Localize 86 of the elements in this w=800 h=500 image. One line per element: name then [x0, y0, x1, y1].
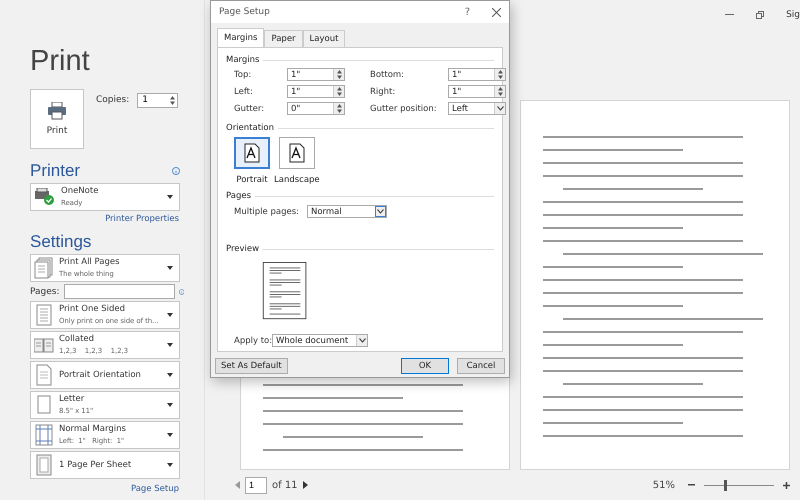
page-title: Print: [30, 45, 91, 77]
zoom-in-icon[interactable]: [783, 482, 790, 488]
select-field[interactable]: Left: [448, 102, 506, 115]
field-label: Multiple pages:: [234, 206, 300, 216]
printer-icon: [47, 102, 67, 120]
zoom-thumb[interactable]: [724, 480, 727, 490]
spin-field[interactable]: 1": [287, 85, 345, 98]
dialog-button[interactable]: OK: [401, 358, 449, 374]
field-label: Top:: [234, 70, 252, 80]
setting-title: Collated: [59, 334, 94, 344]
print-button[interactable]: Print: [30, 89, 84, 149]
caret-icon: [167, 403, 173, 407]
select-field[interactable]: Normal: [307, 205, 387, 218]
restore-icon[interactable]: [756, 11, 764, 19]
setting-title: 1 Page Per Sheet: [59, 460, 132, 470]
minimize-icon[interactable]: [725, 14, 734, 16]
dialog-button[interactable]: Cancel: [457, 358, 505, 374]
spin-field[interactable]: 1": [448, 68, 506, 81]
caret-icon: [167, 195, 173, 199]
setting-title: Letter: [59, 394, 84, 404]
printer-name: OneNote: [61, 186, 98, 196]
field-label: Bottom:: [370, 70, 406, 80]
dialog-button[interactable]: Set As Default: [215, 358, 288, 374]
dialog-tab[interactable]: Layout: [302, 30, 346, 47]
spin-arrows-icon: [498, 70, 502, 79]
setting-dropdown[interactable]: 1 Page Per Sheet: [30, 451, 180, 479]
stacked-pages-icon: [34, 257, 54, 279]
landscape-page-icon: [288, 143, 305, 163]
dialog-tab[interactable]: Margins: [217, 28, 264, 47]
section-heading: Settings: [30, 232, 92, 252]
group-heading: Margins: [226, 55, 260, 65]
select-field[interactable]: Whole document: [272, 334, 368, 347]
chevron-down-icon: [377, 209, 384, 214]
printer-ready-icon: [34, 188, 56, 206]
group-heading: Pages: [226, 191, 252, 201]
help-button[interactable]: ?: [464, 6, 470, 18]
document-icon: [34, 304, 54, 326]
setting-dropdown[interactable]: Portrait Orientation: [30, 361, 180, 389]
setting-title: Normal Margins: [59, 424, 126, 434]
pages-field[interactable]: [64, 284, 175, 299]
account-label[interactable]: Sig: [786, 10, 800, 20]
spin-arrows-icon: [336, 87, 342, 96]
portrait-page-icon: [34, 364, 54, 386]
page-setup-link[interactable]: Page Setup: [130, 484, 179, 494]
next-page-icon[interactable]: [302, 481, 308, 489]
copies-field[interactable]: 1: [137, 92, 178, 108]
info-icon: [172, 167, 180, 175]
setting-title: Print One Sided: [59, 304, 126, 314]
close-icon[interactable]: [492, 8, 501, 16]
caret-icon: [167, 343, 173, 347]
spin-arrows-icon: [498, 87, 502, 96]
sheet-icon: [34, 454, 54, 476]
field-label: Gutter position:: [370, 104, 438, 114]
caret-icon: [167, 433, 173, 437]
spin-field[interactable]: 0": [287, 102, 345, 115]
field-label: Right:: [370, 86, 396, 96]
info-icon: [178, 288, 184, 296]
caret-icon: [167, 313, 173, 317]
zoom-percent: 51%: [652, 480, 675, 490]
dialog-tab[interactable]: Paper: [264, 30, 303, 47]
spin-field[interactable]: 1": [448, 85, 506, 98]
page-count: of 11: [272, 480, 298, 490]
copies-label: Copies:: [96, 95, 130, 105]
setting-title: Print All Pages: [59, 257, 120, 267]
spin-arrows-icon: [336, 70, 342, 79]
field-label: Apply to:: [234, 336, 272, 346]
group-heading: Orientation: [226, 123, 274, 133]
portrait-page-icon: [244, 143, 260, 163]
page-number-field[interactable]: 1: [245, 476, 267, 494]
margins-icon: [34, 424, 54, 446]
pages-label: Pages:: [30, 286, 60, 296]
group-heading: Preview: [226, 244, 260, 254]
setting-title: Portrait Orientation: [59, 370, 141, 380]
field-label: Left:: [234, 86, 254, 96]
chevron-down-icon: [496, 106, 504, 111]
printer-properties-link[interactable]: Printer Properties: [105, 214, 179, 224]
spin-arrows-icon: [170, 96, 176, 104]
caret-icon: [167, 373, 173, 377]
field-label: Gutter:: [234, 104, 266, 114]
chevron-down-icon: [358, 338, 366, 343]
section-heading: Printer: [30, 161, 80, 181]
caret-icon: [167, 266, 173, 270]
caret-icon: [167, 463, 173, 467]
spin-arrows-icon: [336, 104, 342, 113]
spin-field[interactable]: 1": [287, 68, 345, 81]
dialog-title: Page Setup: [219, 7, 271, 17]
